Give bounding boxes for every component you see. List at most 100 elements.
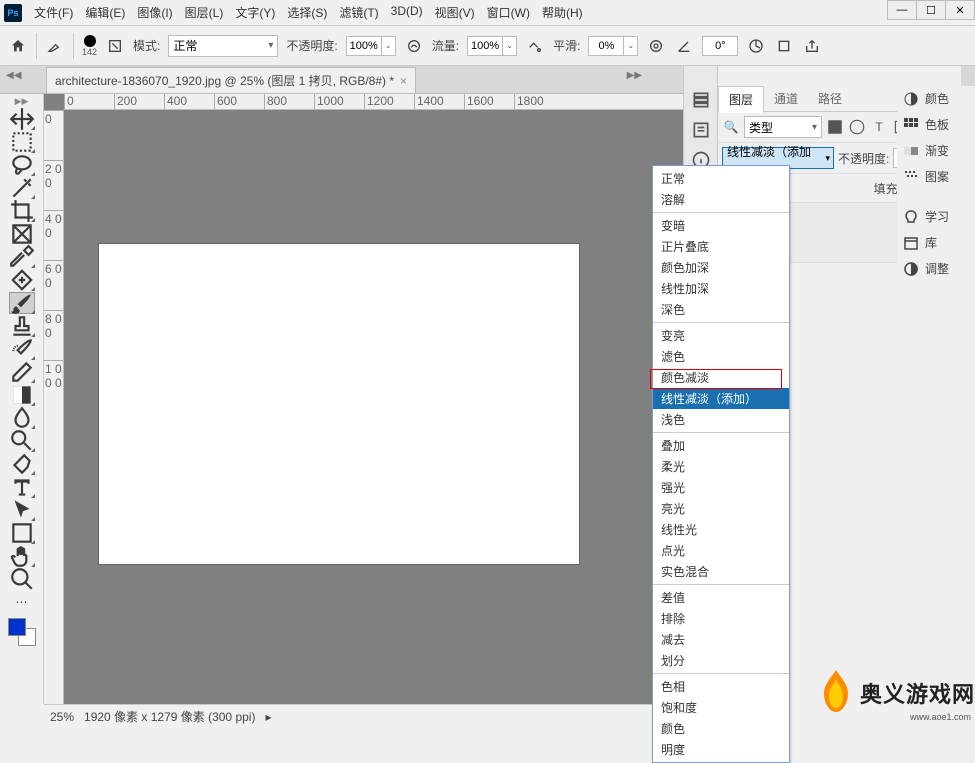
blend-option[interactable]: 点光 bbox=[653, 540, 789, 561]
color-swatches[interactable] bbox=[8, 618, 36, 646]
angle-input[interactable] bbox=[702, 36, 738, 56]
gradients-panel-btn[interactable]: 渐变 bbox=[897, 138, 975, 164]
blend-option[interactable]: 颜色 bbox=[653, 718, 789, 739]
blend-option[interactable]: 减去 bbox=[653, 629, 789, 650]
blend-option[interactable]: 线性加深 bbox=[653, 278, 789, 299]
filter-pixel-icon[interactable] bbox=[826, 118, 844, 136]
pressure-opacity-icon[interactable] bbox=[404, 36, 424, 56]
properties-dock-icon[interactable] bbox=[691, 120, 711, 140]
zoom-tool[interactable] bbox=[9, 568, 35, 590]
blend-option[interactable]: 色相 bbox=[653, 676, 789, 697]
crop-tool[interactable] bbox=[9, 200, 35, 222]
filter-type-icon[interactable]: T bbox=[870, 118, 888, 136]
libraries-panel-btn[interactable]: 库 bbox=[897, 230, 975, 256]
panel-collapse-icon[interactable]: ▶▶ bbox=[627, 70, 642, 81]
blend-option[interactable]: 实色混合 bbox=[653, 561, 789, 582]
brush-preview[interactable]: 142 bbox=[82, 35, 97, 57]
dodge-tool[interactable] bbox=[9, 430, 35, 452]
search-icon[interactable]: 🔍 bbox=[722, 118, 740, 136]
home-icon[interactable] bbox=[8, 36, 28, 56]
blend-option[interactable]: 颜色加深 bbox=[653, 257, 789, 278]
blend-option[interactable]: 滤色 bbox=[653, 346, 789, 367]
filter-type-select[interactable]: 类型 bbox=[744, 116, 822, 138]
blend-option[interactable]: 颜色减淡 bbox=[653, 367, 789, 388]
gradient-tool[interactable] bbox=[9, 384, 35, 406]
shape-tool[interactable] bbox=[9, 522, 35, 544]
blend-option[interactable]: 排除 bbox=[653, 608, 789, 629]
pen-tool[interactable] bbox=[9, 453, 35, 475]
menu-文件(F)[interactable]: 文件(F) bbox=[28, 0, 79, 25]
document-tab[interactable]: architecture-1836070_1920.jpg @ 25% (图层 … bbox=[46, 67, 416, 93]
adjustments-panel-btn[interactable]: 调整 bbox=[897, 256, 975, 282]
pressure-size-icon[interactable] bbox=[746, 36, 766, 56]
document-info[interactable]: 1920 像素 x 1279 像素 (300 ppi) bbox=[84, 708, 255, 725]
tab-channels[interactable]: 通道 bbox=[764, 86, 808, 111]
blend-option[interactable]: 叠加 bbox=[653, 435, 789, 456]
filter-adjust-icon[interactable] bbox=[848, 118, 866, 136]
close-tab-icon[interactable]: × bbox=[400, 74, 407, 88]
blend-option[interactable]: 柔光 bbox=[653, 456, 789, 477]
lasso-tool[interactable] bbox=[9, 154, 35, 176]
status-arrow-icon[interactable]: ▸ bbox=[265, 710, 271, 724]
close-button[interactable]: ✕ bbox=[945, 0, 975, 20]
swatches-panel-btn[interactable]: 色板 bbox=[897, 112, 975, 138]
menu-选择(S)[interactable]: 选择(S) bbox=[281, 0, 333, 25]
path-select-tool[interactable] bbox=[9, 499, 35, 521]
symmetry-icon[interactable] bbox=[774, 36, 794, 56]
document-canvas[interactable] bbox=[99, 244, 579, 564]
angle-icon[interactable] bbox=[674, 36, 694, 56]
minimize-button[interactable]: — bbox=[887, 0, 917, 20]
blend-option[interactable]: 划分 bbox=[653, 650, 789, 671]
blend-option[interactable]: 线性光 bbox=[653, 519, 789, 540]
smoothing-options-icon[interactable] bbox=[646, 36, 666, 56]
menu-编辑(E)[interactable]: 编辑(E) bbox=[79, 0, 131, 25]
menu-图像(I)[interactable]: 图像(I) bbox=[131, 0, 178, 25]
menu-滤镜(T)[interactable]: 滤镜(T) bbox=[333, 0, 384, 25]
menu-文字(Y)[interactable]: 文字(Y) bbox=[229, 0, 281, 25]
healing-tool[interactable] bbox=[9, 269, 35, 291]
opacity-input[interactable]: ⌄ bbox=[346, 36, 396, 56]
brush-tool[interactable] bbox=[9, 292, 35, 314]
menu-视图(V)[interactable]: 视图(V) bbox=[429, 0, 481, 25]
blend-option[interactable]: 明度 bbox=[653, 739, 789, 760]
blend-option[interactable]: 变暗 bbox=[653, 215, 789, 236]
blend-option[interactable]: 正片叠底 bbox=[653, 236, 789, 257]
history-brush-tool[interactable] bbox=[9, 338, 35, 360]
blend-mode-select[interactable]: 正常 bbox=[168, 35, 278, 57]
tab-layers[interactable]: 图层 bbox=[718, 86, 764, 113]
blend-option[interactable]: 差值 bbox=[653, 587, 789, 608]
share-icon[interactable] bbox=[802, 36, 822, 56]
blend-option[interactable]: 深色 bbox=[653, 299, 789, 320]
blend-option[interactable]: 溶解 bbox=[653, 189, 789, 210]
blur-tool[interactable] bbox=[9, 407, 35, 429]
tab-paths[interactable]: 路径 bbox=[808, 86, 852, 111]
zoom-level[interactable]: 25% bbox=[50, 710, 74, 724]
stamp-tool[interactable] bbox=[9, 315, 35, 337]
move-tool[interactable] bbox=[9, 108, 35, 130]
blend-option[interactable]: 正常 bbox=[653, 168, 789, 189]
frame-tool[interactable] bbox=[9, 223, 35, 245]
blend-option[interactable]: 强光 bbox=[653, 477, 789, 498]
hand-tool[interactable] bbox=[9, 545, 35, 567]
menu-3D(D)[interactable]: 3D(D) bbox=[385, 0, 429, 25]
menu-窗口(W)[interactable]: 窗口(W) bbox=[481, 0, 536, 25]
edit-toolbar-icon[interactable]: ⋯ bbox=[9, 591, 35, 613]
menu-帮助(H)[interactable]: 帮助(H) bbox=[536, 0, 589, 25]
learn-panel-btn[interactable]: 学习 bbox=[897, 204, 975, 230]
blend-mode-dropdown[interactable]: 正常溶解变暗正片叠底颜色加深线性加深深色变亮滤色颜色减淡线性减淡（添加）浅色叠加… bbox=[652, 165, 790, 763]
type-tool[interactable] bbox=[9, 476, 35, 498]
smoothing-input[interactable]: ⌄ bbox=[588, 36, 638, 56]
airbrush-icon[interactable] bbox=[525, 36, 545, 56]
color-panel-btn[interactable]: 颜色 bbox=[897, 86, 975, 112]
blend-option[interactable]: 变亮 bbox=[653, 325, 789, 346]
menu-图层(L)[interactable]: 图层(L) bbox=[179, 0, 230, 25]
blend-option[interactable]: 浅色 bbox=[653, 409, 789, 430]
eraser-tool[interactable] bbox=[9, 361, 35, 383]
marquee-tool[interactable] bbox=[9, 131, 35, 153]
flow-input[interactable]: ⌄ bbox=[467, 36, 517, 56]
magic-wand-tool[interactable] bbox=[9, 177, 35, 199]
blend-option[interactable]: 亮光 bbox=[653, 498, 789, 519]
blend-option[interactable]: 饱和度 bbox=[653, 697, 789, 718]
brush-panel-icon[interactable] bbox=[105, 36, 125, 56]
maximize-button[interactable]: ☐ bbox=[916, 0, 946, 20]
